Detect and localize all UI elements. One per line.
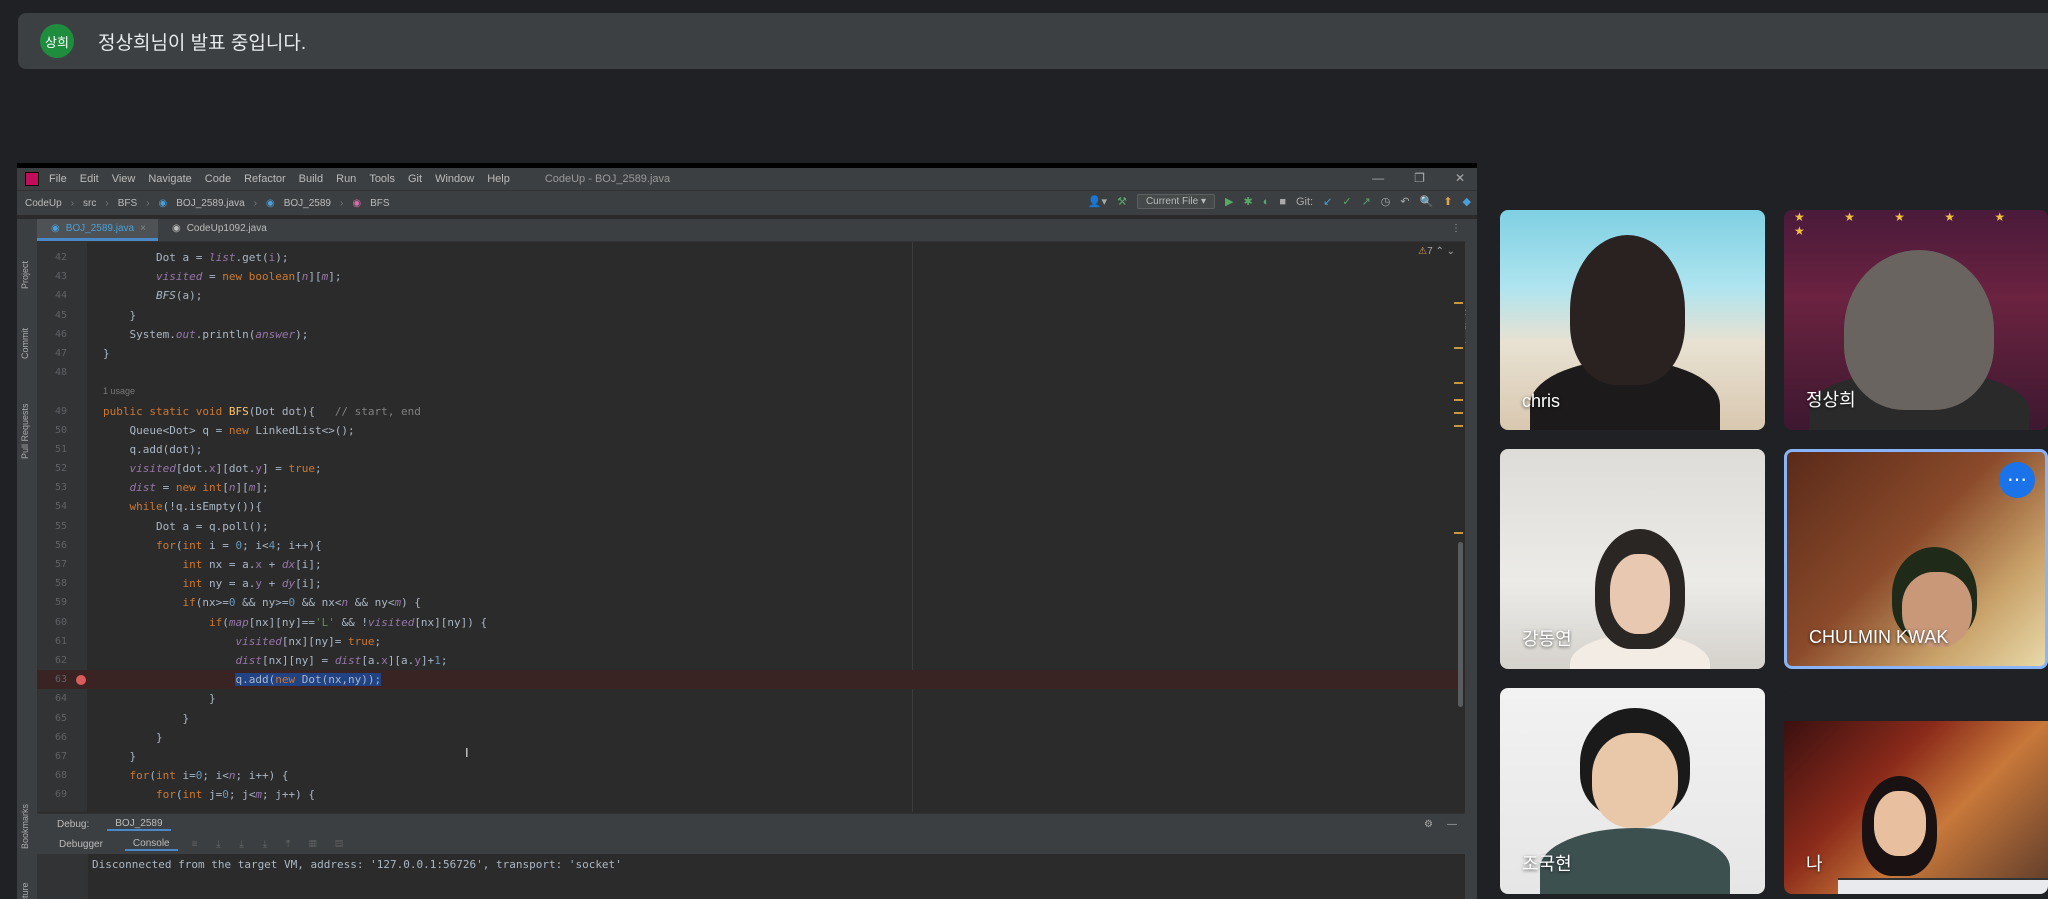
coverage-icon[interactable]: ◐ <box>1263 196 1270 208</box>
crumb-src[interactable]: src <box>83 198 96 209</box>
crumb-method[interactable]: BFS <box>370 198 389 209</box>
tool-pull-requests[interactable]: Pull Requests <box>20 403 30 459</box>
history-icon[interactable]: ◷ <box>1381 195 1391 208</box>
git-push-icon[interactable]: ↗ <box>1362 195 1371 208</box>
debug-session-tab[interactable]: BOJ_2589 <box>107 818 171 831</box>
tab-codeup1092[interactable]: ◉ CodeUp1092.java <box>158 219 279 241</box>
tab-console[interactable]: Console <box>124 838 178 851</box>
hide-icon[interactable]: — <box>1447 819 1457 830</box>
run-config-select[interactable]: Current File ▾ <box>1136 194 1215 209</box>
presenter-avatar: 상희 <box>40 24 74 58</box>
presenting-banner: 상희 정상희님이 발표 중입니다. <box>18 13 2048 69</box>
participant-name: chris <box>1522 391 1561 411</box>
self-tile[interactable]: 나 <box>1784 688 2048 894</box>
intellij-logo-icon <box>25 172 39 186</box>
git-update-icon[interactable]: ↙ <box>1323 195 1332 208</box>
search-icon[interactable]: 🔍 <box>1420 195 1434 208</box>
menu-run[interactable]: Run <box>336 173 356 185</box>
java-file-icon: ◉ <box>51 223 60 234</box>
restore-icon[interactable]: ❐ <box>1414 171 1425 185</box>
stop-icon[interactable]: ■ <box>1279 196 1286 208</box>
minimize-icon[interactable]: — <box>1372 171 1384 185</box>
participant-tile[interactable]: 강동연 <box>1500 449 1765 669</box>
crumb-project[interactable]: CodeUp <box>25 198 62 209</box>
participant-name: 정상희 <box>1806 390 1856 410</box>
run-icon[interactable]: ▶ <box>1225 195 1233 208</box>
menu-build[interactable]: Build <box>299 173 323 185</box>
screen-preview <box>1838 878 2048 894</box>
string-lights: ★ ★ ★ ★ ★ ★ <box>1794 210 2024 238</box>
participant-tile-active[interactable]: ⋯ CHULMIN KWAK <box>1784 449 2048 669</box>
tab-debugger[interactable]: Debugger <box>51 839 111 850</box>
more-options-icon[interactable]: ⋯ <box>1999 462 2035 498</box>
participant-tile[interactable]: 조국현 <box>1500 688 1765 894</box>
participant-tile[interactable]: ★ ★ ★ ★ ★ ★ 정상희 <box>1784 210 2048 430</box>
participant-name: CHULMIN KWAK <box>1809 627 1949 647</box>
window-title: CodeUp - BOJ_2589.java <box>544 173 671 185</box>
left-tool-strip: Project Commit Pull Requests Bookmarks S… <box>17 219 38 899</box>
crumb-package[interactable]: BFS <box>118 198 137 209</box>
participant-name: 강동연 <box>1522 629 1572 649</box>
debug-toolbar: Debug: BOJ_2589 ⚙ — <box>37 813 1465 834</box>
shared-screen-ide: File Edit View Navigate Code Refactor Bu… <box>17 163 1477 899</box>
tool-structure[interactable]: Structure <box>20 882 30 899</box>
git-commit-icon[interactable]: ✓ <box>1342 195 1351 208</box>
menu-navigate[interactable]: Navigate <box>148 173 191 185</box>
console-line: Disconnected from the target VM, address… <box>92 858 622 871</box>
ide-titlebar: File Edit View Navigate Code Refactor Bu… <box>17 168 1477 190</box>
menu-view[interactable]: View <box>112 173 136 185</box>
build-hammer-icon[interactable]: ⚒ <box>1117 195 1127 208</box>
crumb-class[interactable]: BOJ_2589 <box>284 198 331 209</box>
menu-code[interactable]: Code <box>205 173 231 185</box>
menu-help[interactable]: Help <box>487 173 510 185</box>
settings-icon[interactable]: ◆ <box>1463 195 1471 208</box>
rollback-icon[interactable]: ↶ <box>1400 195 1409 208</box>
presenting-message: 정상희님이 발표 중입니다. <box>98 32 307 54</box>
tool-bookmarks[interactable]: Bookmarks <box>20 804 30 849</box>
close-tab-icon[interactable]: × <box>140 223 146 234</box>
menu-file[interactable]: File <box>49 173 67 185</box>
text-cursor-icon: I <box>465 745 469 760</box>
menu-refactor[interactable]: Refactor <box>244 173 286 185</box>
participant-name: 나 <box>1806 854 1823 874</box>
tool-project[interactable]: Project <box>20 261 30 289</box>
console-output[interactable]: Disconnected from the target VM, address… <box>37 854 1465 899</box>
crumb-file[interactable]: BOJ_2589.java <box>176 198 244 209</box>
tab-label: BOJ_2589.java <box>65 223 135 234</box>
participant-tile[interactable]: chris <box>1500 210 1765 430</box>
menu-window[interactable]: Window <box>435 173 474 185</box>
gear-icon[interactable]: ⚙ <box>1424 819 1433 830</box>
tab-label: CodeUp1092.java <box>186 223 267 234</box>
breadcrumb: CodeUp › src › BFS › ◉ BOJ_2589.java › ◉ BOJ_2… <box>25 197 390 209</box>
right-tool-strip: Notifications <box>1457 219 1477 899</box>
console-toolbar-icons[interactable]: ≡ ⤓ ⤓ ⤓ ⤒ ▦ ▤ <box>192 839 351 850</box>
user-icon[interactable]: 👤▾ <box>1088 195 1107 208</box>
debug-label: Debug: <box>57 818 90 830</box>
tool-commit[interactable]: Commit <box>20 328 30 359</box>
code-text[interactable]: 42 Dot a = list.get(i); 43 visited = new… <box>37 248 1465 804</box>
close-icon[interactable]: ✕ <box>1455 171 1465 185</box>
more-tabs-icon[interactable]: ⋮ <box>1451 223 1461 234</box>
debug-subtabs: Debugger Console ≡ ⤓ ⤓ ⤓ ⤒ ▦ ▤ <box>37 834 1465 854</box>
class-icon: ◉ <box>266 197 275 209</box>
debug-icon[interactable]: ✱ <box>1243 195 1252 208</box>
ide-navbar: CodeUp › src › BFS › ◉ BOJ_2589.java › ◉ BOJ_2… <box>17 190 1477 215</box>
participant-name: 조국현 <box>1522 854 1572 874</box>
git-label: Git: <box>1296 195 1314 208</box>
breakpoint-icon[interactable] <box>76 675 86 686</box>
menu-git[interactable]: Git <box>408 173 422 185</box>
java-file-icon: ◉ <box>158 197 168 209</box>
update-icon[interactable]: ⬆ <box>1443 195 1452 208</box>
menu-edit[interactable]: Edit <box>80 173 99 185</box>
java-file-icon: ◉ <box>171 223 181 234</box>
breakpoint-line[interactable]: 63 q.add(new Dot(nx,ny)); <box>37 670 1465 690</box>
editor-scrollbar[interactable] <box>1454 242 1465 812</box>
tab-boj-2589[interactable]: ◉ BOJ_2589.java × <box>37 219 158 241</box>
usage-hint[interactable]: 1 usage <box>103 382 135 401</box>
method-icon: ◉ <box>352 197 362 209</box>
menu-tools[interactable]: Tools <box>369 173 395 185</box>
participant-video <box>1784 721 2048 894</box>
editor-tabs: ◉ BOJ_2589.java × ◉ CodeUp1092.java ⋮ <box>37 219 1465 242</box>
code-editor[interactable]: ⚠7 ⌃ ⌄ 42 Dot a = list.get(i); 43 visite… <box>37 242 1465 812</box>
